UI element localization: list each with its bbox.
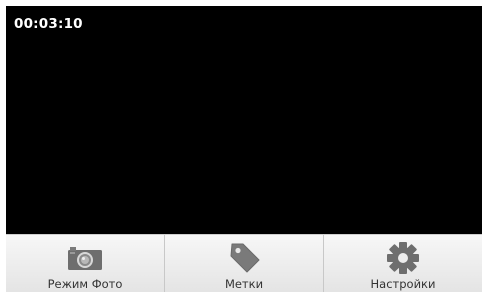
recording-timer: 00:03:10 bbox=[14, 16, 83, 32]
camera-icon bbox=[65, 241, 105, 275]
camera-viewfinder[interactable]: 00:03:10 bbox=[6, 6, 482, 234]
photo-mode-button[interactable]: Режим Фото bbox=[6, 235, 164, 292]
tag-icon bbox=[224, 241, 264, 275]
bottom-toolbar: Режим Фото Метки Настройки bbox=[6, 234, 482, 292]
tags-label: Метки bbox=[224, 277, 264, 291]
photo-mode-label: Режим Фото bbox=[47, 277, 123, 291]
tags-button[interactable]: Метки bbox=[164, 235, 323, 292]
app-screen: 00:03:10 Режим Фото Метки Настройки bbox=[6, 6, 482, 292]
settings-button[interactable]: Настройки bbox=[323, 235, 482, 292]
settings-label: Настройки bbox=[370, 277, 436, 291]
gear-icon bbox=[383, 241, 423, 275]
